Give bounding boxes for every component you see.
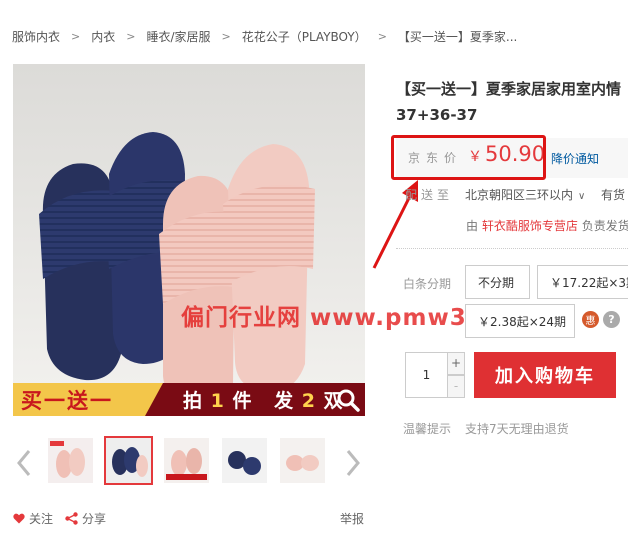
thumbnail-item[interactable]: [46, 436, 95, 485]
promo-buy-label: 拍: [183, 390, 204, 412]
report-link[interactable]: 举报: [340, 510, 364, 527]
slippers-thumbnail: [280, 438, 325, 483]
discount-badge-icon: 惠: [582, 311, 599, 328]
quantity-decrease-button[interactable]: -: [448, 375, 465, 398]
thumbnail-prev-icon[interactable]: [14, 448, 34, 478]
stock-status: 有货: [601, 188, 626, 202]
promo-buy-unit: 件: [232, 390, 253, 412]
thumbnail-next-icon[interactable]: [343, 448, 363, 478]
installment-label: 白条分期: [403, 277, 452, 291]
slippers-illustration: [13, 64, 365, 416]
zoom-icon[interactable]: [335, 387, 361, 413]
delivery-address: 北京朝阳区三环以内: [465, 188, 574, 202]
breadcrumb-item-sleepwear[interactable]: 睡衣/家居服: [146, 28, 210, 45]
breadcrumb-item-product: 【买一送一】夏季家...: [397, 29, 518, 44]
price-alert-link[interactable]: 降价通知: [551, 150, 599, 167]
promo-badge-text: 买一送一: [21, 389, 113, 413]
breadcrumb-separator: >: [221, 29, 231, 43]
promo-get-label: 发: [274, 390, 295, 412]
breadcrumb-item-underwear[interactable]: 内衣: [91, 28, 115, 45]
tips-label: 温馨提示: [403, 422, 452, 436]
follow-label: 关注: [29, 512, 54, 526]
price-currency: ￥: [468, 149, 482, 165]
heart-icon: [13, 513, 25, 524]
thumbnail-item[interactable]: [162, 436, 211, 485]
slippers-thumbnail: [222, 438, 267, 483]
breadcrumb-separator: >: [377, 29, 387, 43]
breadcrumb-separator: >: [126, 29, 136, 43]
quantity-input[interactable]: 1: [405, 352, 448, 398]
installment-option-none[interactable]: 不分期: [465, 265, 530, 299]
product-actions: 关注 分享: [13, 510, 106, 527]
seller-prefix: 由: [466, 219, 479, 233]
seller-shop-link[interactable]: 轩衣酷服饰专营店: [482, 219, 578, 233]
price-number: 50.90: [485, 142, 546, 166]
chevron-down-icon: ∨: [578, 191, 586, 202]
help-icon[interactable]: ?: [603, 311, 620, 328]
slippers-thumbnail: [164, 438, 209, 483]
breadcrumb-item-category[interactable]: 服饰内衣: [12, 28, 60, 45]
installment-option-3[interactable]: ￥17.22起×3期: [537, 265, 628, 299]
thumbnail-item[interactable]: [278, 436, 327, 485]
promo-buy-count: 1: [210, 390, 225, 412]
divider: [396, 248, 628, 249]
share-icon: [65, 512, 78, 525]
product-subtitle: 37+36-37: [396, 106, 478, 124]
breadcrumb-separator: >: [71, 29, 81, 43]
main-product-image[interactable]: 买一送一 拍 1 件 发 2 双: [13, 64, 365, 416]
thumbnail-item[interactable]: [220, 436, 269, 485]
delivery-label: 配送至: [405, 188, 454, 202]
delivery-address-select[interactable]: 北京朝阳区三环以内 ∨: [465, 186, 585, 203]
promo-text: 拍 1 件 发 2 双: [183, 386, 344, 413]
share-label: 分享: [82, 512, 107, 526]
thumbnail-strip: [46, 436, 327, 485]
promo-get-count: 2: [301, 390, 317, 412]
thumbnail-item-active[interactable]: [104, 436, 153, 485]
promo-banner: 买一送一 拍 1 件 发 2 双: [13, 383, 365, 416]
installment-option-24[interactable]: ￥2.38起×24期: [465, 304, 575, 338]
slippers-thumbnail: [106, 438, 151, 483]
breadcrumb-item-brand[interactable]: 花花公子（PLAYBOY）: [242, 28, 367, 45]
price-value: ￥ 50.90: [468, 142, 545, 166]
breadcrumb: 服饰内衣 > 内衣 > 睡衣/家居服 > 花花公子（PLAYBOY） > 【买一…: [12, 26, 517, 46]
slippers-thumbnail: [48, 438, 93, 483]
quantity-increase-button[interactable]: +: [448, 352, 465, 375]
product-title: 【买一送一】夏季家居家用室内情: [396, 80, 622, 98]
tips-text: 支持7天无理由退货: [465, 422, 569, 436]
seller-suffix: 负责发货: [581, 219, 628, 233]
share-button[interactable]: 分享: [65, 510, 106, 527]
add-to-cart-button[interactable]: 加入购物车: [474, 352, 616, 398]
follow-button[interactable]: 关注: [13, 510, 53, 527]
price-label: 京东价: [408, 151, 463, 165]
seller-info: 由 轩衣酷服饰专营店 负责发货: [466, 217, 628, 234]
promo-badge: 买一送一: [13, 383, 163, 416]
